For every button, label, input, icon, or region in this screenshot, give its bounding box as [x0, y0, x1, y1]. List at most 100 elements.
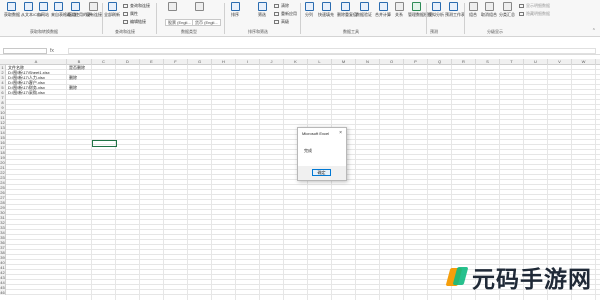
group-queries-connections: 查询和连接 — [115, 29, 135, 34]
group-button[interactable]: 组合 — [467, 2, 479, 17]
column-header[interactable]: E — [140, 59, 164, 65]
from-web-button[interactable]: 自网站 — [37, 2, 49, 17]
queries-connections-button[interactable]: 查询和连接 — [123, 3, 150, 8]
filter-button[interactable]: 筛选 — [256, 2, 268, 17]
gridline — [6, 229, 600, 230]
column-header[interactable]: R — [452, 59, 476, 65]
gridline — [6, 214, 600, 215]
gridline — [6, 89, 600, 90]
column-header[interactable]: I — [236, 59, 260, 65]
column-header[interactable]: F — [164, 59, 188, 65]
relationships-button[interactable]: 关系 — [393, 2, 405, 17]
column-header[interactable]: T — [500, 59, 524, 65]
from-text-csv-button[interactable]: 从文本/CSV — [21, 2, 42, 17]
column-header[interactable]: U — [524, 59, 548, 65]
gridline — [6, 104, 600, 105]
ribbon: 获取数据 从文本/CSV 自网站 来自表格/区域 最近使用的源 现有连接 获取和… — [0, 0, 600, 37]
column-header[interactable]: Q — [428, 59, 452, 65]
get-data-button[interactable]: 获取数据 — [4, 2, 20, 17]
clear-button[interactable]: 清除 — [274, 3, 289, 8]
manage-data-model-button[interactable]: 管理数据模型 — [408, 2, 432, 17]
row-header[interactable]: 46 — [0, 290, 6, 295]
column-header[interactable]: C — [92, 59, 116, 65]
close-icon[interactable]: × — [339, 130, 342, 136]
gridline — [6, 109, 600, 110]
forecast-sheet-button[interactable]: 预测工作表 — [445, 2, 465, 17]
cell-b1[interactable]: 是否删除 — [68, 65, 92, 70]
show-detail-icon — [519, 3, 524, 8]
column-header[interactable]: P — [404, 59, 428, 65]
gridline — [6, 79, 600, 80]
sort-button[interactable]: 排序 — [229, 2, 241, 17]
selected-cell[interactable] — [92, 140, 117, 147]
gridline — [6, 74, 600, 75]
column-header[interactable]: W — [572, 59, 596, 65]
ribbon-separator — [426, 3, 427, 34]
refresh-all-button[interactable]: 全部刷新 — [104, 2, 120, 17]
dialog-footer: 确定 — [298, 166, 346, 180]
text-to-columns-button[interactable]: 分列 — [303, 2, 315, 17]
gridline — [6, 234, 600, 235]
flash-fill-icon — [321, 2, 331, 11]
column-header[interactable]: D — [116, 59, 140, 65]
remove-duplicates-button[interactable]: 删除重复值 — [337, 2, 357, 17]
column-header[interactable]: L — [308, 59, 332, 65]
column-header[interactable]: O — [380, 59, 404, 65]
gridline — [6, 204, 600, 205]
column-header[interactable]: K — [284, 59, 308, 65]
what-if-button[interactable]: 模拟分析 — [428, 2, 444, 17]
database-icon — [6, 2, 16, 11]
hide-detail-icon — [519, 11, 524, 16]
cell-a6[interactable]: D:\图\新\17\采购.xlsx — [7, 90, 66, 95]
gridline — [6, 84, 600, 85]
dialog-title: Microsoft Excel — [302, 131, 330, 136]
column-header[interactable]: J — [260, 59, 284, 65]
table-icon — [53, 2, 63, 11]
subtotal-icon — [502, 2, 512, 11]
currency-dropdown[interactable]: 货币 (Engli... — [192, 19, 221, 26]
data-validation-button[interactable]: 数据验证 — [356, 2, 372, 17]
dialog-message: 完成 — [304, 148, 312, 153]
cell-b3[interactable]: 删除 — [68, 75, 92, 80]
text-file-icon — [23, 2, 33, 11]
column-header[interactable]: M — [332, 59, 356, 65]
stocks-dropdown[interactable]: 股票 (Engli... — [165, 19, 194, 26]
gridline — [6, 294, 600, 295]
group-outline: 分级显示 — [487, 29, 503, 34]
collapse-ribbon-icon[interactable]: ⌃ — [592, 28, 596, 34]
column-header[interactable]: H — [212, 59, 236, 65]
ok-button[interactable]: 确定 — [312, 169, 331, 176]
name-box[interactable] — [3, 48, 47, 54]
group-get-transform: 获取和转换数据 — [30, 29, 58, 34]
subtotal-button[interactable]: 分类汇总 — [499, 2, 515, 17]
geography-button[interactable]: 货币 (Engli... — [192, 2, 221, 29]
group-data-tools: 数据工具 — [343, 29, 359, 34]
column-header[interactable]: V — [548, 59, 572, 65]
recent-sources-icon — [70, 2, 80, 11]
flash-fill-button[interactable]: 快速填充 — [318, 2, 334, 17]
ungroup-button[interactable]: 取消组合 — [481, 2, 497, 17]
fx-label[interactable]: fx — [50, 47, 54, 55]
column-header[interactable]: S — [476, 59, 500, 65]
column-header[interactable]: N — [356, 59, 380, 65]
advanced-button[interactable]: 高级 — [274, 19, 289, 24]
ribbon-separator — [224, 3, 225, 34]
cell-b5[interactable]: 删除 — [68, 85, 92, 90]
consolidate-button[interactable]: 合并计算 — [375, 2, 391, 17]
hide-detail-button[interactable]: 隐藏明细数据 — [519, 11, 550, 16]
watermark-logo-icon — [445, 265, 469, 289]
group-data-types: 数据类型 — [181, 29, 197, 34]
what-if-icon — [431, 2, 441, 11]
gridline — [6, 119, 600, 120]
show-detail-button[interactable]: 显示明细数据 — [519, 3, 550, 8]
properties-button[interactable]: 属性 — [123, 11, 138, 16]
column-header[interactable]: G — [188, 59, 212, 65]
edit-links-button[interactable]: 编辑链接 — [123, 19, 146, 24]
from-table-button[interactable]: 来自表格/区域 — [51, 2, 76, 17]
existing-connections-button[interactable]: 现有连接 — [86, 2, 102, 17]
formula-input[interactable] — [68, 48, 596, 54]
reapply-button[interactable]: 重新应用 — [274, 11, 297, 16]
stocks-button[interactable]: 股票 (Engli... — [165, 2, 194, 29]
filter-icon — [257, 2, 267, 11]
recent-sources-button[interactable]: 最近使用的源 — [67, 2, 91, 17]
